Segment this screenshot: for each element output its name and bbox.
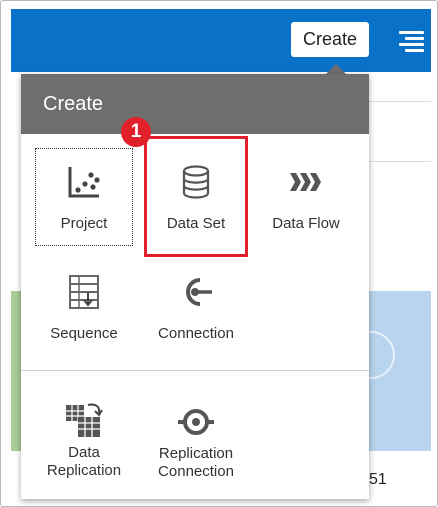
menu-item-data-replication[interactable]: Data Replication xyxy=(35,401,133,480)
menu-title: Create xyxy=(43,93,104,115)
menu-caret xyxy=(326,64,346,74)
create-button[interactable]: Create xyxy=(291,22,369,57)
menu-item-label: Project xyxy=(60,215,108,232)
menu-item-replication-connection[interactable]: Replication Connection xyxy=(147,404,245,481)
background-divider xyxy=(369,161,431,162)
background-number: 51 xyxy=(369,471,387,488)
menu-item-label: Data xyxy=(68,444,100,461)
menu-item-data-flow[interactable]: Data Flow xyxy=(257,164,355,233)
create-menu: Create Project Data Set 1 Data Flow Sequ… xyxy=(21,74,369,499)
project-scatter-icon xyxy=(68,167,100,198)
menu-item-label: Data Flow xyxy=(272,215,340,232)
menu-item-label: Replication xyxy=(46,462,122,479)
menu-separator xyxy=(21,370,369,371)
data-flow-icon xyxy=(290,173,321,191)
connection-icon xyxy=(186,278,212,306)
highlight-box xyxy=(144,136,248,257)
app-window: Create 51 Create Project Data Set 1 Data… xyxy=(0,0,438,507)
menu-item-label: Replication xyxy=(158,445,234,462)
menu-item-connection[interactable]: Connection xyxy=(147,274,245,343)
menu-header: Create xyxy=(21,74,369,134)
menu-item-project[interactable]: Project xyxy=(35,164,133,233)
menu-item-label: Sequence xyxy=(50,325,118,342)
menu-item-label: Connection xyxy=(158,463,234,480)
menu-item-label: Connection xyxy=(158,325,234,342)
replication-connection-icon xyxy=(178,409,214,435)
menu-item-sequence[interactable]: Sequence xyxy=(35,274,133,343)
top-bar: Create xyxy=(11,9,431,72)
background-divider xyxy=(369,101,431,102)
sequence-icon xyxy=(69,275,99,309)
step-badge: 1 xyxy=(121,117,151,147)
hamburger-menu-icon[interactable] xyxy=(399,31,424,52)
data-replication-icon xyxy=(66,403,103,437)
